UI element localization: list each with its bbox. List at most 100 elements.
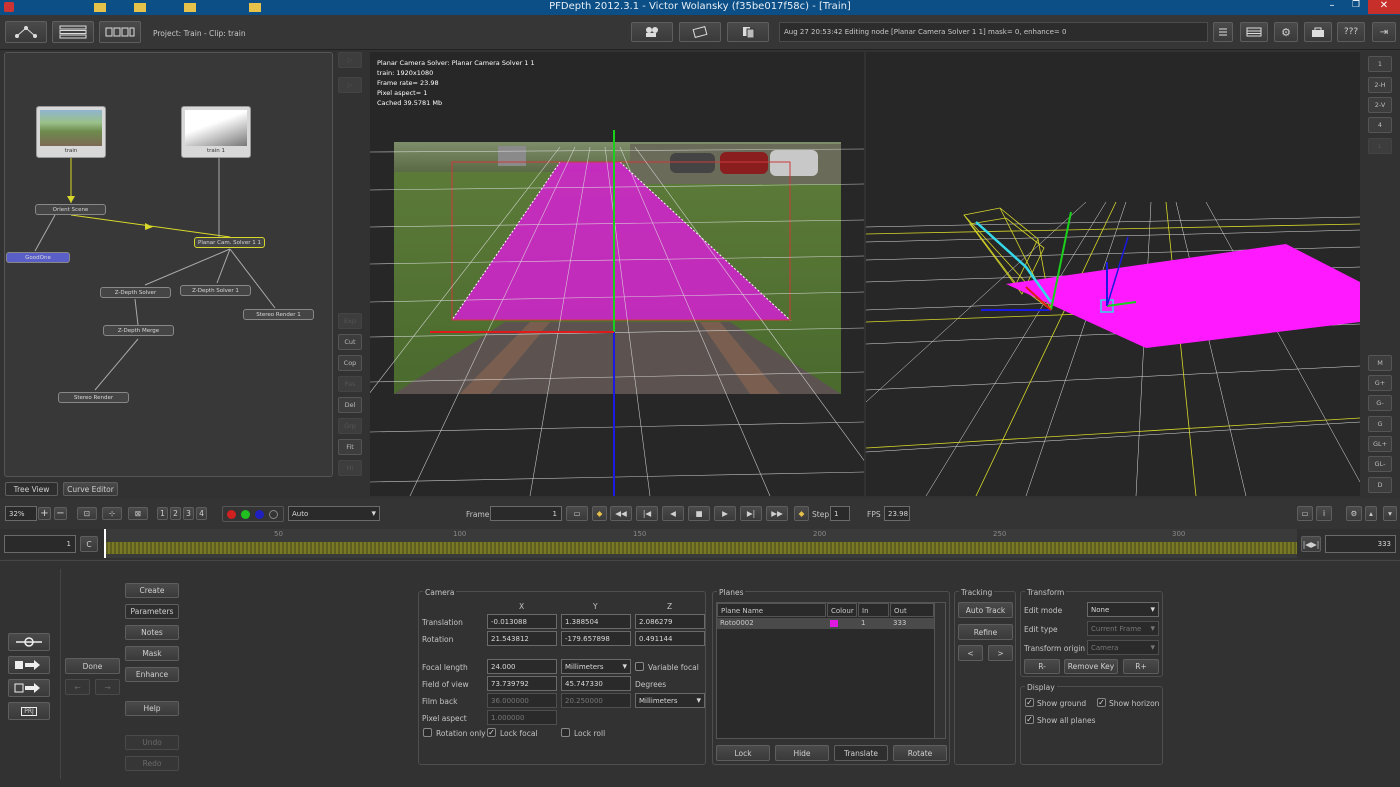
export-node-button[interactable]: Exp [338, 313, 362, 329]
settings-button[interactable]: ⚙ [1274, 22, 1298, 42]
node-view-button[interactable] [8, 633, 50, 651]
node-orient-scene[interactable]: Orient Scene [35, 204, 106, 215]
go-end-button[interactable]: ▶▶ [766, 506, 788, 521]
maximize-button[interactable]: ❐ [1344, 0, 1368, 14]
display-mode-select[interactable]: Auto [288, 506, 380, 521]
play-backward-button[interactable]: ◀ [662, 506, 684, 521]
grid-plus-button[interactable]: G+ [1368, 375, 1392, 391]
image-viewer[interactable]: Planar Camera Solver: Planar Camera Solv… [370, 52, 864, 496]
node-zdepth-solver[interactable]: Z-Depth Solver [100, 287, 171, 298]
expand-button[interactable]: ▴ [1365, 506, 1377, 521]
rotation-x-field[interactable]: 21.543812 [487, 631, 557, 646]
refine-button[interactable]: Refine [958, 624, 1013, 640]
view-split-v-button[interactable]: 2-V [1368, 97, 1392, 113]
view-single-button[interactable]: 1 [1368, 56, 1392, 72]
keyframe-prev-button[interactable]: ◆ [592, 506, 607, 521]
alpha-channel-icon[interactable] [269, 510, 278, 519]
step-forward-button[interactable]: ▶| [740, 506, 762, 521]
film-back-x-field[interactable]: 36.000000 [487, 693, 557, 708]
lock-roll-checkbox[interactable] [561, 728, 570, 737]
grid-lines-plus-button[interactable]: GL+ [1368, 436, 1392, 452]
node-stereo-render-1[interactable]: Stereo Render 1 [243, 309, 314, 320]
stop-button[interactable]: ■ [688, 506, 710, 521]
col-header-colour[interactable]: Colour [827, 603, 857, 617]
end-frame-field[interactable]: 333 [1325, 535, 1396, 553]
r-plus-button[interactable]: R+ [1123, 659, 1159, 674]
green-channel-icon[interactable] [241, 510, 250, 519]
rotate-plane-button[interactable]: Rotate [893, 745, 947, 761]
layout-menu-button[interactable] [1240, 22, 1268, 42]
go-start-button[interactable]: ◀◀ [610, 506, 632, 521]
show-ground-checkbox[interactable]: ✓ [1025, 698, 1034, 707]
lock-focal-checkbox[interactable]: ✓ [487, 728, 496, 737]
table-row[interactable]: Roto0002 1 333 [717, 618, 934, 629]
collapse-button[interactable]: ▾ [1383, 506, 1397, 521]
grid-button[interactable]: G [1368, 416, 1392, 432]
keyframe-next-button[interactable]: ◆ [794, 506, 809, 521]
transform-origin-select[interactable]: Camera [1087, 640, 1159, 655]
done-button[interactable]: Done [65, 658, 120, 674]
notes-tab-button[interactable]: Notes [125, 625, 179, 640]
frame-field[interactable]: 1 [490, 506, 562, 521]
create-button[interactable]: Create [125, 583, 179, 598]
cut-button[interactable]: Cut [338, 334, 362, 350]
lock-plane-button[interactable]: Lock [716, 745, 770, 761]
show-all-planes-checkbox[interactable]: ✓ [1025, 715, 1034, 724]
notes-button[interactable] [1213, 22, 1233, 42]
view-split-h-button[interactable]: 2-H [1368, 77, 1392, 93]
copy-view-button[interactable] [727, 22, 769, 42]
pan-view-button[interactable]: ⊹ [102, 507, 122, 520]
view-d-button[interactable]: D [1368, 477, 1392, 493]
translation-z-field[interactable]: 2.086279 [635, 614, 705, 629]
cache-clear-button[interactable]: C [80, 536, 98, 552]
fps-field[interactable]: 23.98 [884, 506, 910, 521]
tab-tree-view[interactable]: Tree View [5, 482, 58, 496]
reset-view-button[interactable]: ⊠ [128, 507, 148, 520]
play-forward-playback-button[interactable]: ▶ [714, 506, 736, 521]
translation-x-field[interactable]: -0.013088 [487, 614, 557, 629]
hide-button[interactable]: Hi [338, 460, 362, 476]
translation-y-field[interactable]: 1.388504 [561, 614, 631, 629]
track-backward-button[interactable]: < [958, 645, 983, 661]
parameters-button[interactable]: Parameters [125, 604, 179, 619]
channel-3-button[interactable]: 3 [183, 507, 194, 520]
monitor-button[interactable]: ▭ [566, 506, 588, 521]
help-panel-button[interactable]: Help [125, 701, 179, 716]
start-frame-field[interactable]: 1 [4, 535, 76, 553]
focal-length-field[interactable]: 24.000 [487, 659, 557, 674]
tree-view-panel[interactable]: train train 1 Orient Scene GoodOne Plana… [4, 52, 333, 477]
undo-arrow-button[interactable]: ← [65, 679, 90, 695]
clips-layout-button[interactable] [99, 21, 141, 43]
zoom-field[interactable]: 32% [5, 506, 37, 521]
zoom-out-button[interactable]: − [54, 507, 67, 520]
channel-4-button[interactable]: 4 [196, 507, 207, 520]
film-view-button[interactable] [679, 22, 721, 42]
zoom-in-button[interactable]: + [38, 507, 51, 520]
grid-minus-button[interactable]: G- [1368, 395, 1392, 411]
copy-button[interactable]: Cop [338, 355, 362, 371]
channel-1-button[interactable]: 1 [157, 507, 168, 520]
variable-focal-checkbox[interactable] [635, 662, 644, 671]
view-lock-button[interactable]: L [1368, 138, 1392, 154]
fov-y-field[interactable]: 45.747330 [561, 676, 631, 691]
edit-mode-select[interactable]: None [1087, 602, 1159, 617]
mask-button[interactable]: Mask [125, 646, 179, 661]
r-minus-button[interactable]: R- [1024, 659, 1060, 674]
fit-view-button[interactable]: ⊡ [77, 507, 97, 520]
table-scrollbar[interactable] [934, 603, 945, 738]
red-channel-icon[interactable] [227, 510, 236, 519]
blue-channel-icon[interactable] [255, 510, 264, 519]
translate-plane-button[interactable]: Translate [834, 745, 888, 761]
export-button[interactable] [1304, 22, 1332, 42]
window-mode-button[interactable]: ▭ [1297, 506, 1313, 521]
enhance-button[interactable]: Enhance [125, 667, 179, 682]
timeline-scrubber[interactable]: 50 100 150 200 250 300 [104, 529, 1297, 558]
pixel-aspect-field[interactable]: 1.000000 [487, 710, 557, 725]
col-header-name[interactable]: Plane Name [717, 603, 826, 617]
remove-key-button[interactable]: Remove Key [1064, 659, 1118, 674]
range-toggle-button[interactable]: |◀▶| [1301, 536, 1321, 552]
camera-view-button[interactable] [631, 22, 673, 42]
film-back-y-field[interactable]: 20.250000 [561, 693, 631, 708]
view-m-button[interactable]: M [1368, 355, 1392, 371]
project-button[interactable]: PRJ [8, 702, 50, 720]
